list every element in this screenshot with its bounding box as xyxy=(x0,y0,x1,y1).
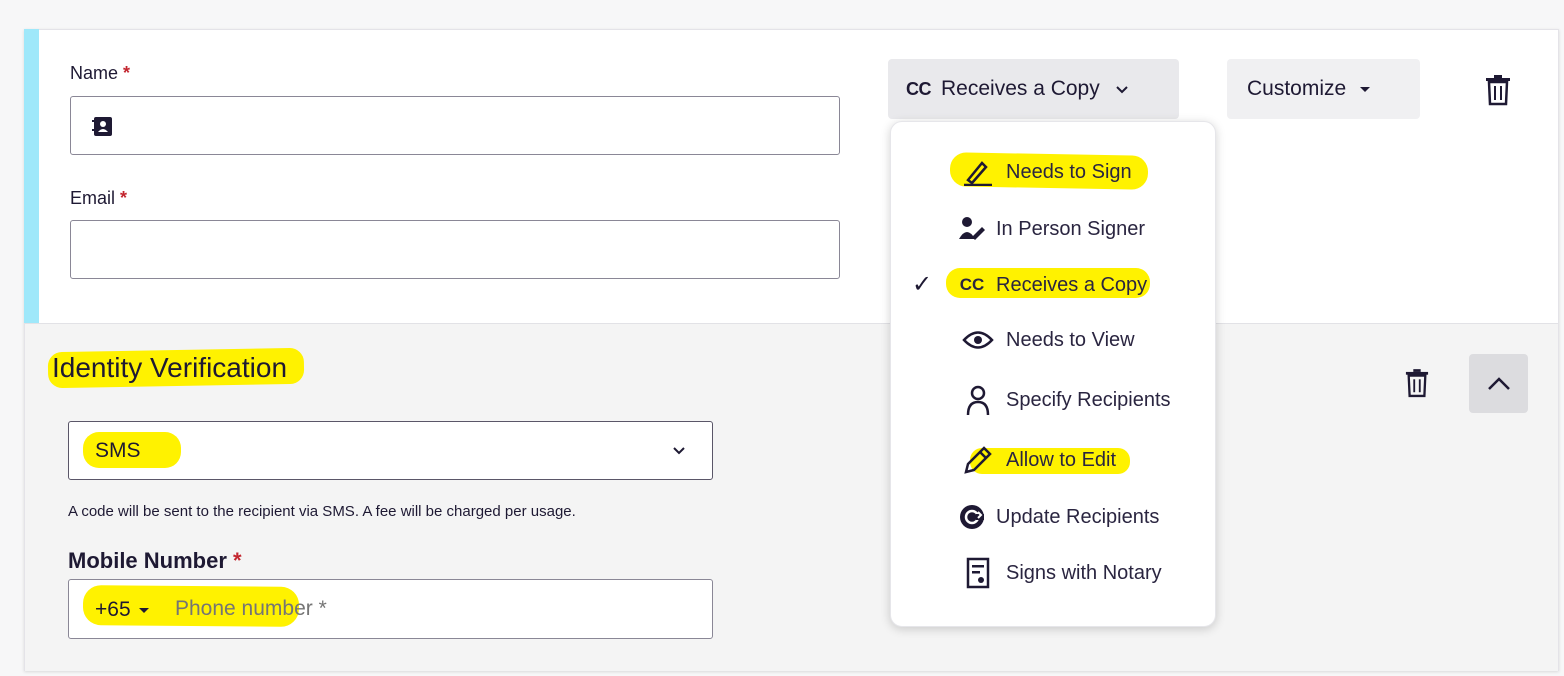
pencil-icon xyxy=(962,444,994,476)
name-label-text: Name xyxy=(70,63,119,83)
cc-icon: CC xyxy=(906,78,932,99)
caret-down-icon xyxy=(137,605,151,615)
in-person-signer-icon xyxy=(956,213,988,245)
menu-item-allow-to-edit[interactable]: Allow to Edit xyxy=(962,444,1116,476)
collapse-section-button[interactable] xyxy=(1469,354,1528,413)
identity-verification-title: Identity Verification xyxy=(47,347,305,389)
menu-item-signs-with-notary[interactable]: Signs with Notary xyxy=(962,557,1162,589)
chevron-up-icon xyxy=(1486,376,1512,392)
menu-item-label: Receives a Copy xyxy=(996,273,1148,296)
delete-verification-button[interactable] xyxy=(1402,364,1432,402)
notary-icon xyxy=(962,557,994,589)
email-input[interactable] xyxy=(70,220,840,279)
recipient-role-dropdown[interactable]: CC Receives a Copy xyxy=(888,59,1179,119)
contact-card-icon[interactable] xyxy=(91,114,115,143)
role-label: Receives a Copy xyxy=(941,77,1100,100)
identity-verification-title-text: Identity Verification xyxy=(52,352,288,383)
trash-icon xyxy=(1485,74,1511,106)
required-marker: * xyxy=(233,548,242,573)
name-label: Name * xyxy=(70,63,130,84)
phone-number-input[interactable] xyxy=(173,596,597,622)
required-marker: * xyxy=(123,63,131,83)
name-input[interactable] xyxy=(70,96,840,155)
email-label: Email * xyxy=(70,188,127,209)
recipient-color-bar xyxy=(24,29,39,323)
customize-button[interactable]: Customize xyxy=(1227,59,1420,119)
menu-item-receives-a-copy[interactable]: CC Receives a Copy xyxy=(956,269,1147,301)
menu-item-label: In Person Signer xyxy=(996,217,1145,240)
update-recipients-icon xyxy=(956,501,988,533)
mobile-number-label: Mobile Number * xyxy=(68,548,242,574)
role-dropdown-menu xyxy=(890,121,1216,627)
menu-item-in-person-signer[interactable]: In Person Signer xyxy=(956,213,1145,245)
menu-item-specify-recipients[interactable]: Specify Recipients xyxy=(962,384,1171,416)
caret-down-icon xyxy=(1358,84,1372,94)
checkmark-icon: ✓ xyxy=(912,271,933,298)
required-marker: * xyxy=(120,188,128,208)
menu-item-label: Allow to Edit xyxy=(1006,448,1117,471)
menu-item-label: Needs to View xyxy=(1006,328,1135,351)
customize-label: Customize xyxy=(1247,77,1347,100)
country-code-value: +65 xyxy=(95,598,131,621)
menu-item-label: Specify Recipients xyxy=(1006,388,1171,411)
verification-method-value: SMS xyxy=(95,439,141,462)
menu-item-needs-to-view[interactable]: Needs to View xyxy=(962,324,1135,356)
menu-item-update-recipients[interactable]: Update Recipients xyxy=(956,501,1159,533)
cc-icon: CC xyxy=(959,275,985,294)
trash-icon xyxy=(1405,368,1429,398)
person-outline-icon xyxy=(962,384,994,416)
chevron-down-icon xyxy=(671,445,687,457)
menu-item-label: Update Recipients xyxy=(996,505,1160,528)
chevron-down-icon xyxy=(1114,83,1130,95)
menu-item-label: Signs with Notary xyxy=(1006,561,1162,584)
mobile-number-label-text: Mobile Number xyxy=(68,548,227,573)
menu-item-needs-to-sign[interactable]: Needs to Sign xyxy=(962,156,1132,188)
menu-item-label: Needs to Sign xyxy=(1006,160,1132,183)
country-code-dropdown[interactable]: +65 xyxy=(95,598,151,622)
verification-method-select[interactable]: SMS xyxy=(68,421,713,480)
pen-icon xyxy=(962,156,994,188)
email-label-text: Email xyxy=(70,188,116,208)
verification-hint: A code will be sent to the recipient via… xyxy=(68,503,576,520)
eye-icon xyxy=(962,324,994,356)
mobile-number-field[interactable]: +65 xyxy=(68,579,713,639)
delete-recipient-button[interactable] xyxy=(1480,70,1516,110)
